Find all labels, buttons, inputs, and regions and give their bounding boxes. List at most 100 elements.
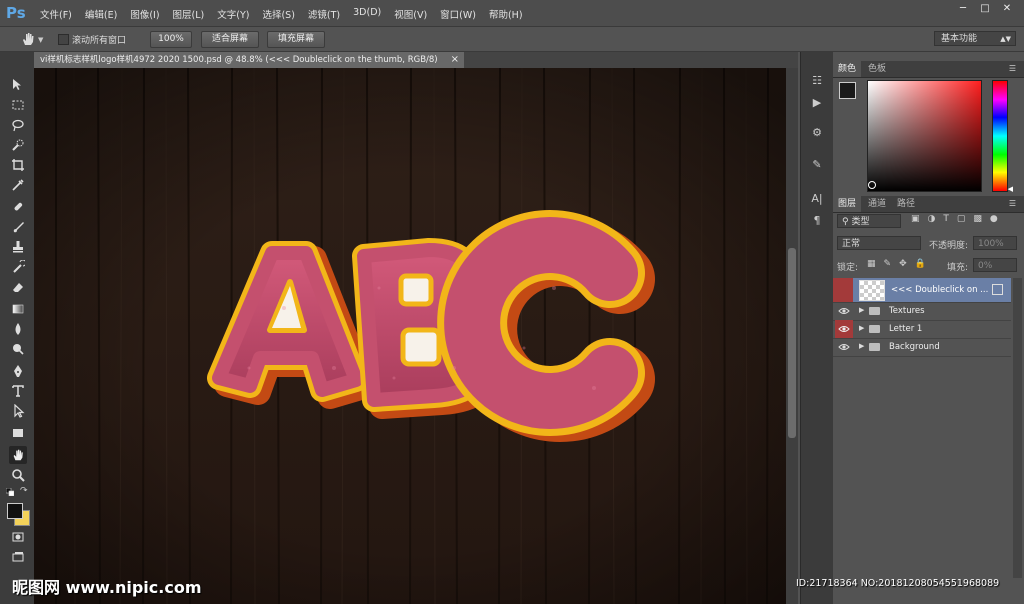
lock-position-icon[interactable]: ✥ <box>899 259 907 269</box>
quick-selection-tool-icon[interactable] <box>9 136 27 154</box>
document-tab[interactable]: vi样机标志样机logo样机4972 2020 1500.psd @ 48.8%… <box>34 52 464 68</box>
menu-layer[interactable]: 图层(L) <box>173 7 205 21</box>
lock-transparent-icon[interactable]: ▦ <box>867 259 876 269</box>
dodge-tool-icon[interactable] <box>9 340 27 358</box>
clone-stamp-tool-icon[interactable] <box>9 238 27 256</box>
tab-color[interactable]: 颜色 <box>833 61 862 77</box>
panel-menu-icon[interactable]: ☰ <box>1009 64 1016 73</box>
zoom-100-button[interactable]: 100% <box>150 31 192 48</box>
blur-tool-icon[interactable] <box>9 320 27 338</box>
hue-slider-handle[interactable]: ◀ <box>1008 185 1013 193</box>
adjustment-filter-icon[interactable]: ◑ <box>928 214 936 224</box>
hue-slider[interactable]: ◀ <box>992 80 1013 193</box>
menu-edit[interactable]: 编辑(E) <box>85 7 117 21</box>
canvas-vertical-scrollbar[interactable] <box>786 68 798 604</box>
layer-thumbnail[interactable] <box>859 280 885 301</box>
swap-colors-icon[interactable]: ↷ <box>20 486 28 496</box>
crop-tool-icon[interactable] <box>9 156 27 174</box>
expand-triangle-icon[interactable]: ▶ <box>859 324 864 332</box>
history-panel-icon[interactable]: ☷ <box>809 72 825 88</box>
screen-mode-icon[interactable] <box>9 548 27 566</box>
tab-channels[interactable]: 通道 <box>863 196 891 212</box>
type-tool-icon[interactable] <box>9 382 27 400</box>
quick-mask-icon[interactable] <box>9 528 27 546</box>
path-selection-tool-icon[interactable] <box>9 402 27 420</box>
app-logo: Ps <box>6 4 26 22</box>
lasso-tool-icon[interactable] <box>9 116 27 134</box>
expand-triangle-icon[interactable]: ▶ <box>859 342 864 350</box>
opacity-field[interactable]: 100% <box>973 236 1017 250</box>
tool-preset-dropdown-icon[interactable]: ▼ <box>38 36 43 44</box>
healing-brush-tool-icon[interactable] <box>9 198 27 216</box>
eyedropper-tool-icon[interactable] <box>9 176 27 194</box>
minimize-icon[interactable]: ─ <box>954 2 972 15</box>
menu-help[interactable]: 帮助(H) <box>489 7 523 21</box>
tab-layers[interactable]: 图层 <box>833 196 862 212</box>
smart-object-icon <box>992 284 1003 295</box>
layer-row-letter-1[interactable]: ▶ Letter 1 <box>833 320 1011 339</box>
lock-all-icon[interactable]: 🔒 <box>915 259 926 269</box>
zoom-tool-icon[interactable] <box>9 466 27 484</box>
layer-row-smart-object[interactable]: <<< Doubleclick on ... <box>833 278 1011 303</box>
layers-scrollbar[interactable] <box>1013 278 1022 578</box>
scrollbar-thumb[interactable] <box>788 248 796 438</box>
lock-pixels-icon[interactable]: ✎ <box>884 259 892 269</box>
gradient-tool-icon[interactable] <box>9 300 27 318</box>
filter-toggle-icon[interactable]: ● <box>990 214 998 224</box>
eraser-tool-icon[interactable] <box>9 278 27 296</box>
maximize-icon[interactable]: □ <box>976 2 994 15</box>
color-field[interactable] <box>867 80 982 192</box>
menu-filter[interactable]: 滤镜(T) <box>308 7 340 21</box>
hand-tool-icon[interactable] <box>20 31 36 47</box>
paragraph-panel-icon[interactable]: ¶ <box>809 212 825 228</box>
actions-panel-icon[interactable]: ▶ <box>809 94 825 110</box>
menu-select[interactable]: 选择(S) <box>262 7 294 21</box>
history-brush-tool-icon[interactable] <box>9 258 27 276</box>
panel-foreground-swatch[interactable] <box>839 82 856 99</box>
default-colors-icon[interactable] <box>5 487 15 497</box>
move-tool-icon[interactable] <box>9 76 27 94</box>
eye-icon[interactable] <box>835 302 853 320</box>
fill-screen-button[interactable]: 填充屏幕 <box>267 31 325 48</box>
close-document-icon[interactable]: × <box>451 52 459 68</box>
layer-filter-icons: ▣ ◑ T ▢ ▩ ● <box>911 214 998 224</box>
layer-filter-select[interactable]: ⚲ 类型 <box>837 214 901 228</box>
eye-icon[interactable] <box>835 338 853 356</box>
character-panel-icon[interactable]: A| <box>809 190 825 206</box>
close-icon[interactable]: ✕ <box>998 2 1016 15</box>
rectangle-tool-icon[interactable] <box>9 424 27 442</box>
eye-icon[interactable] <box>835 320 853 338</box>
menu-type[interactable]: 文字(Y) <box>217 7 249 21</box>
scroll-all-checkbox[interactable] <box>58 34 69 45</box>
foreground-color-swatch[interactable] <box>7 503 23 519</box>
hand-tool-active-icon[interactable] <box>9 446 27 464</box>
adjustments-panel-icon[interactable]: ⚙ <box>809 124 825 140</box>
layer-visibility-off[interactable] <box>833 278 853 302</box>
menu-file[interactable]: 文件(F) <box>40 7 72 21</box>
menu-window[interactable]: 窗口(W) <box>440 7 476 21</box>
menu-image[interactable]: 图像(I) <box>130 7 159 21</box>
brush-tool-icon[interactable] <box>9 218 27 236</box>
layer-filter-value: 类型 <box>851 217 870 227</box>
fill-field[interactable]: 0% <box>973 258 1017 272</box>
tab-swatches[interactable]: 色板 <box>863 61 891 77</box>
layers-panel-menu-icon[interactable]: ☰ <box>1009 199 1016 208</box>
fit-screen-button[interactable]: 适合屏幕 <box>201 31 259 48</box>
shape-filter-icon[interactable]: ▢ <box>957 214 966 224</box>
document-canvas[interactable] <box>34 68 786 604</box>
layer-row-background[interactable]: ▶ Background <box>833 338 1011 357</box>
brush-panel-icon[interactable]: ✎ <box>809 156 825 172</box>
menu-view[interactable]: 视图(V) <box>394 7 427 21</box>
pen-tool-icon[interactable] <box>9 362 27 380</box>
pixel-filter-icon[interactable]: ▣ <box>911 214 920 224</box>
workspace-select[interactable]: 基本功能 ▲▼ <box>934 31 1016 46</box>
tab-paths[interactable]: 路径 <box>892 196 920 212</box>
expand-triangle-icon[interactable]: ▶ <box>859 306 864 314</box>
menu-3d[interactable]: 3D(D) <box>353 7 381 21</box>
folder-icon <box>869 325 880 333</box>
smart-object-filter-icon[interactable]: ▩ <box>973 214 982 224</box>
layer-row-textures[interactable]: ▶ Textures <box>833 302 1011 321</box>
type-filter-icon[interactable]: T <box>943 214 949 224</box>
marquee-tool-icon[interactable] <box>9 96 27 114</box>
blend-mode-select[interactable]: 正常 <box>837 236 921 250</box>
